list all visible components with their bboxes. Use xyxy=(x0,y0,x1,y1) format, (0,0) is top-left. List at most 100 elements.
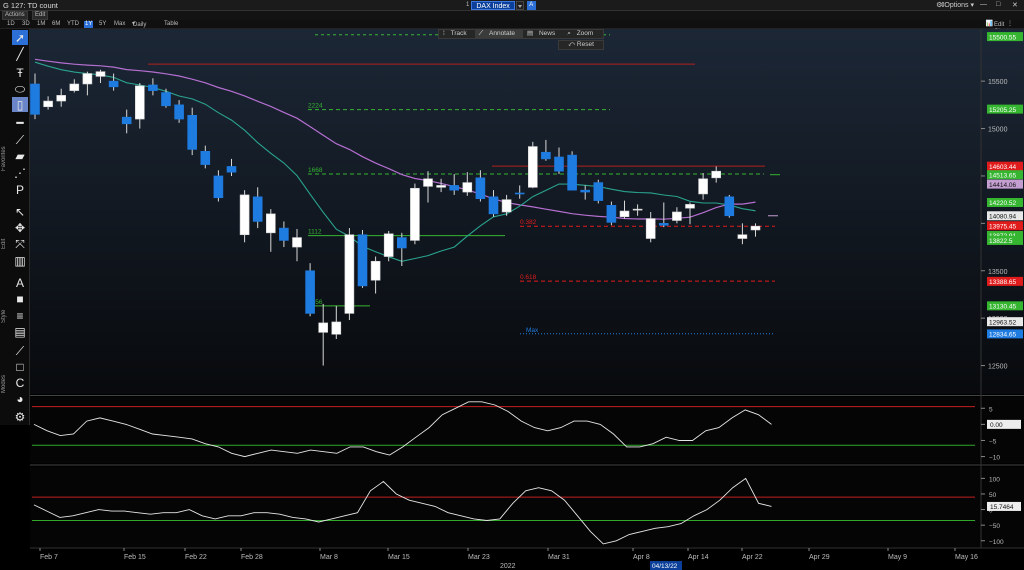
level-label: 2224 xyxy=(308,103,323,110)
fill-icon[interactable]: ■ xyxy=(12,291,28,306)
square-icon[interactable]: □ xyxy=(12,359,28,374)
horizontal-line-icon[interactable]: ━ xyxy=(12,115,28,130)
news-button[interactable]: ▤ News xyxy=(523,30,563,38)
candle-up xyxy=(82,73,93,85)
price-tag: 14603.44 xyxy=(987,161,1023,171)
date-tick-label: Feb 22 xyxy=(185,554,207,561)
range-max[interactable]: Max xyxy=(113,21,126,28)
level-label: 0.382 xyxy=(520,219,537,226)
zigzag-icon[interactable]: ⋰ xyxy=(12,165,28,180)
candle-down xyxy=(488,196,499,215)
trendline-icon[interactable]: ⟋ xyxy=(12,132,28,147)
candle-down xyxy=(174,104,184,120)
candle-up xyxy=(462,182,473,193)
osc-current-tag-label: 15.7464 xyxy=(990,504,1014,511)
chart-area[interactable]: 1550015000145001400013500130001250022241… xyxy=(30,29,1024,570)
candle-up xyxy=(266,213,276,234)
reset-label: Reset xyxy=(576,41,594,48)
frequency-select[interactable]: Daily ▾ xyxy=(131,21,146,28)
candle-down xyxy=(606,205,617,223)
edit-menu[interactable]: Edit xyxy=(32,11,49,20)
range-5y[interactable]: 5Y xyxy=(98,21,107,28)
ticker-input[interactable]: DAX Index xyxy=(471,0,515,10)
restore-icon[interactable]: ⇕ xyxy=(940,1,946,9)
candle-down xyxy=(305,270,315,314)
osc-tick-label: −10 xyxy=(989,455,1000,462)
channel-icon[interactable]: ▰ xyxy=(12,148,28,163)
move-icon[interactable]: ✥ xyxy=(12,220,28,235)
range-1y[interactable]: 1Y xyxy=(84,21,94,28)
date-tick-label: Mar 31 xyxy=(548,554,570,561)
news-label: News xyxy=(538,30,556,37)
chart-settings-icon[interactable]: ⋮ xyxy=(1006,21,1014,28)
candle-up xyxy=(632,208,643,211)
candle-up xyxy=(383,233,394,257)
range-bar: 1D 3D 1M 6M YTD 1Y 5Y Max Daily ▾ Table … xyxy=(0,20,1024,35)
candle-down xyxy=(148,84,158,91)
track-button[interactable]: ⁞ Track xyxy=(439,30,475,38)
cursor-icon[interactable]: ➚ xyxy=(12,30,28,45)
candle-down xyxy=(514,192,525,195)
candle-up xyxy=(344,234,355,314)
ellipse-icon[interactable]: ⬭ xyxy=(12,81,28,96)
candle-up xyxy=(95,71,106,77)
price-tag-label: 13130.45 xyxy=(989,304,1016,311)
range-1m[interactable]: 1M xyxy=(36,21,46,28)
text-icon[interactable]: Ŧ xyxy=(12,65,28,80)
palette-icon[interactable]: ◕ xyxy=(12,391,28,406)
annotate-button[interactable]: ⟋ Annotate xyxy=(474,30,524,38)
price-tag: 15500.55 xyxy=(987,32,1023,41)
date-tick-label: Mar 8 xyxy=(320,554,338,561)
maximize-icon[interactable]: □ xyxy=(996,1,1000,8)
candle-up xyxy=(750,225,761,231)
minimize-icon[interactable]: — xyxy=(980,1,987,8)
ticker-dropdown-icon[interactable] xyxy=(515,0,524,10)
price-tick-label: 12500 xyxy=(988,364,1008,371)
candle-up xyxy=(331,321,342,335)
line-icon[interactable]: ╱ xyxy=(12,46,28,61)
range-1d[interactable]: 1D xyxy=(6,21,16,28)
gear-icon[interactable]: ⚙ xyxy=(12,409,28,424)
edit-chart-button[interactable]: 📊 Edit Chart xyxy=(985,21,1009,35)
price-tick-label: 15500 xyxy=(988,79,1008,86)
candle-down xyxy=(567,154,577,191)
date-tick-label: May 16 xyxy=(955,554,978,561)
reset-button[interactable]: ⤺ Reset xyxy=(558,40,604,50)
brush-icon[interactable]: ⟋ xyxy=(12,343,28,358)
candle-down xyxy=(357,234,368,287)
candle-down xyxy=(226,166,237,173)
close-icon[interactable]: ✕ xyxy=(1012,1,1018,9)
range-ytd[interactable]: YTD xyxy=(66,21,80,28)
ticker-selector[interactable]: 1 DAX Index A xyxy=(466,0,536,10)
candle-up xyxy=(685,204,695,209)
candle-up xyxy=(711,170,722,179)
line-weight-icon[interactable]: ≡ xyxy=(12,308,28,323)
date-tick-label: Apr 14 xyxy=(688,554,709,561)
bracket-icon[interactable]: ▯ xyxy=(12,97,28,112)
ticker-mode-button[interactable]: A xyxy=(526,0,536,10)
osc-current-tag-label: 0.00 xyxy=(990,422,1003,429)
window-title: G 127: TD count xyxy=(3,1,58,10)
snap-icon[interactable]: C xyxy=(12,375,28,390)
candle-down xyxy=(580,189,591,193)
arrow-icon[interactable]: ↖ xyxy=(12,204,28,219)
candle-down xyxy=(252,196,263,222)
price-tag: 12963.52 xyxy=(987,317,1023,326)
date-tick-label: Apr 29 xyxy=(809,554,830,561)
fibonacci-icon[interactable]: P xyxy=(12,182,28,197)
range-3d[interactable]: 3D xyxy=(21,21,31,28)
zoom-button[interactable]: ⌕ Zoom xyxy=(563,30,601,38)
crosshair-icon[interactable]: ⤧ xyxy=(12,236,28,251)
zoom-label: Zoom xyxy=(576,30,594,37)
level-label: 1668 xyxy=(308,167,323,174)
candle-up xyxy=(527,146,538,188)
actions-menu[interactable]: Actions xyxy=(2,11,28,20)
osc-tick-label: 50 xyxy=(989,492,997,499)
grid-icon[interactable]: ▤ xyxy=(12,324,28,339)
range-6m[interactable]: 6M xyxy=(51,21,61,28)
trash-icon[interactable]: ▥ xyxy=(12,253,28,268)
ticker-number: 1 xyxy=(466,2,470,8)
text-style-icon[interactable]: A xyxy=(12,275,28,290)
table-button[interactable]: Table xyxy=(163,21,179,28)
price-tag: 13388.65 xyxy=(987,276,1023,286)
